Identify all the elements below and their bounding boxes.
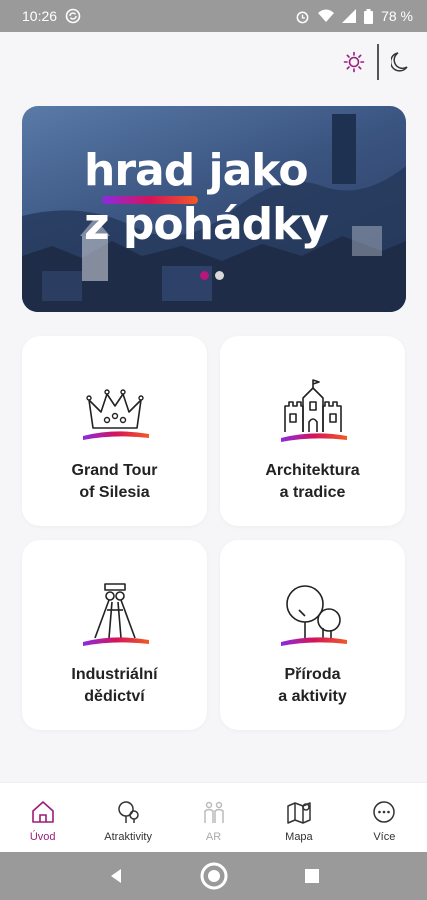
banner-title-line1: hrad jako <box>84 145 309 196</box>
category-label-line1: Grand Tour <box>71 462 158 479</box>
battery-percent: 78 % <box>381 8 413 24</box>
category-label-line1: Architektura <box>265 462 360 479</box>
banner-underline <box>102 196 198 204</box>
wifi-icon <box>318 9 335 22</box>
system-nav-bar <box>0 852 427 900</box>
category-label: Grand Tour of Silesia <box>22 460 207 504</box>
battery-icon <box>364 8 374 24</box>
home-icon <box>31 801 54 823</box>
trees-icon <box>281 585 347 646</box>
category-label: Příroda a aktivity <box>220 664 405 708</box>
theme-divider <box>377 44 379 80</box>
nav-label: Atraktivity <box>104 831 152 843</box>
category-card-grand-tour[interactable]: Grand Tour of Silesia <box>22 336 207 526</box>
category-label-line2: dědictví <box>84 688 145 705</box>
status-bar: 10:26 78 % <box>0 0 427 32</box>
recents-icon[interactable] <box>304 868 320 884</box>
nav-label: Mapa <box>285 831 313 843</box>
sync-icon <box>65 8 81 24</box>
home-button-icon[interactable] <box>199 861 229 891</box>
status-time: 10:26 <box>22 8 58 24</box>
nav-label: Více <box>373 831 396 843</box>
category-label-line1: Příroda <box>284 666 341 683</box>
hero-banner[interactable]: hrad jako z pohádky <box>22 106 406 312</box>
banner-title-line2: z pohádky <box>84 199 329 250</box>
category-label-line1: Industriální <box>71 666 158 683</box>
map-icon <box>287 802 311 824</box>
category-label-line2: of Silesia <box>79 484 150 501</box>
category-label-line2: a aktivity <box>278 688 347 705</box>
nav-item-mapa[interactable]: Mapa <box>256 783 341 852</box>
nav-item-uvod[interactable]: Úvod <box>0 783 85 852</box>
category-card-architektura[interactable]: Architektura a tradice <box>220 336 405 526</box>
nav-item-vice[interactable]: Více <box>342 783 427 852</box>
mining-tower-icon <box>83 583 149 646</box>
theme-toggle <box>343 44 409 80</box>
nav-label: AR <box>205 831 222 843</box>
crown-icon <box>83 389 149 440</box>
castle-icon <box>281 379 347 442</box>
back-icon[interactable] <box>107 867 125 885</box>
signal-icon <box>342 9 357 23</box>
ar-icon <box>203 801 224 823</box>
more-icon <box>373 801 396 823</box>
category-card-industrialni[interactable]: Industriální dědictví <box>22 540 207 730</box>
nav-item-ar[interactable]: AR <box>171 783 256 852</box>
tree-icon <box>118 801 139 823</box>
nav-item-atraktivity[interactable]: Atraktivity <box>85 783 170 852</box>
pager-dot-1[interactable] <box>200 271 209 280</box>
sun-icon[interactable] <box>343 51 365 73</box>
category-label-line2: a tradice <box>279 484 346 501</box>
pager-dot-2[interactable] <box>215 271 224 280</box>
category-card-priroda[interactable]: Příroda a aktivity <box>220 540 405 730</box>
bottom-nav: Úvod Atraktivity AR Mapa Více <box>0 782 427 852</box>
category-label: Architektura a tradice <box>220 460 405 504</box>
banner-pager <box>200 271 224 280</box>
moon-icon[interactable] <box>391 51 409 73</box>
category-label: Industriální dědictví <box>22 664 207 708</box>
alarm-icon <box>296 11 309 23</box>
nav-label: Úvod <box>29 831 56 843</box>
